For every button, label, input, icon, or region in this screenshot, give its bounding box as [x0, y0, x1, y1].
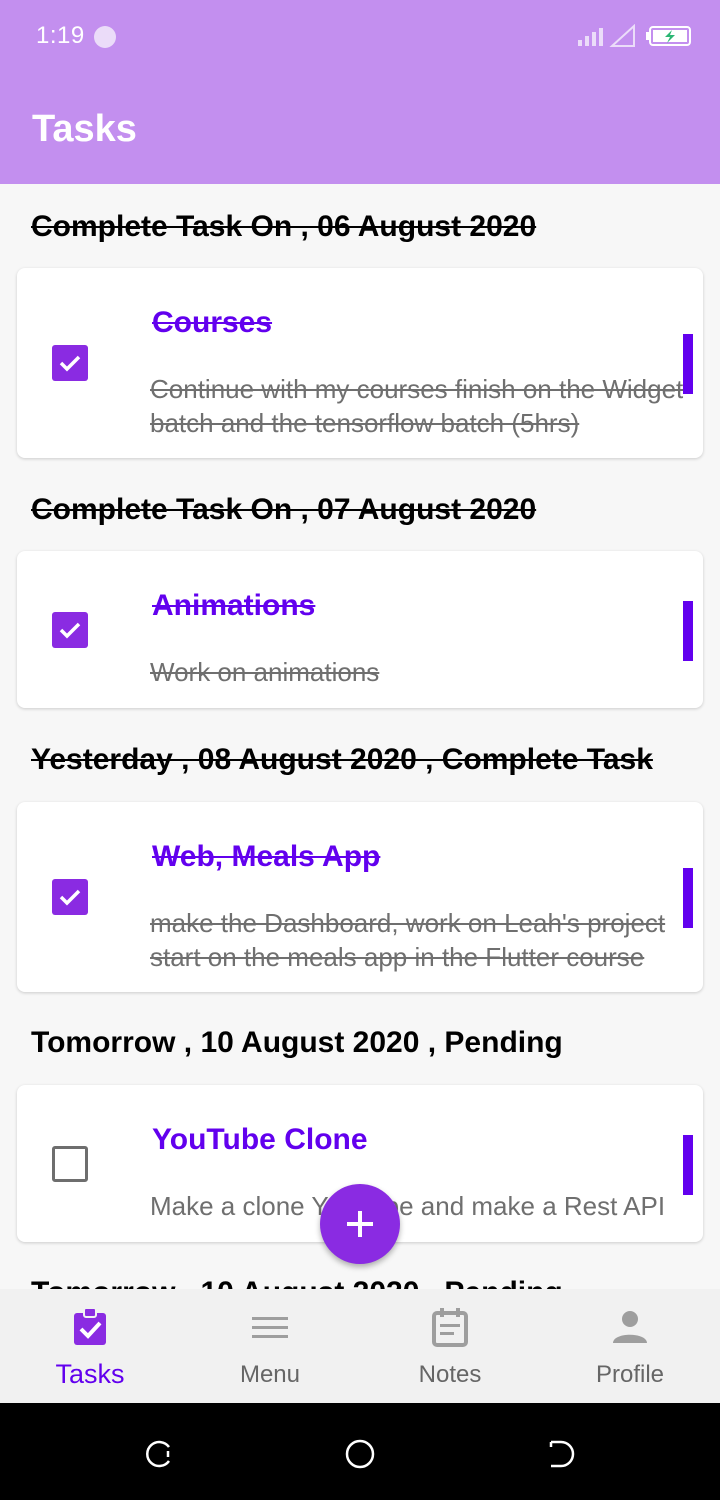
- task-title: YouTube Clone: [152, 1123, 368, 1156]
- page-title: Tasks: [32, 108, 137, 150]
- task-description: make the Dashboard, work on Leah's proje…: [150, 908, 666, 972]
- nav-tab-tasks[interactable]: Tasks: [0, 1289, 180, 1403]
- task-title: Courses: [152, 306, 273, 339]
- task-title: Web, Meals App: [152, 840, 381, 873]
- task-description: Work on animations: [150, 657, 380, 687]
- task-description: Make a clone YouTube and make a Rest API: [150, 1191, 666, 1221]
- priority-bar: [683, 334, 693, 394]
- loading-indicator-icon: [94, 26, 116, 48]
- task-title: Animations: [152, 589, 316, 622]
- task-checkbox[interactable]: [52, 612, 88, 648]
- person-icon: [613, 1311, 647, 1343]
- task-clipboard-icon: [74, 1307, 106, 1345]
- priority-bar: [683, 868, 693, 928]
- status-time: 1:19: [36, 22, 85, 49]
- status-icons: [578, 24, 691, 47]
- nav-tab-menu[interactable]: Menu: [180, 1289, 360, 1403]
- nav-label: Notes: [418, 1361, 482, 1388]
- check-icon: [59, 889, 81, 906]
- signal-icon: [578, 28, 603, 46]
- task-card[interactable]: Animations Work on animations: [17, 551, 703, 708]
- signal-empty-icon: [609, 24, 635, 47]
- status-bar: 1:19: [0, 0, 720, 76]
- system-navigation-bar: [0, 1403, 720, 1500]
- add-task-button[interactable]: [320, 1184, 400, 1264]
- home-icon[interactable]: [343, 1437, 377, 1471]
- section-heading: Complete Task On , 07 August 2020: [31, 493, 537, 526]
- battery-charging-icon: [646, 26, 691, 46]
- app-bar: Tasks: [0, 76, 720, 184]
- nav-label: Menu: [239, 1361, 301, 1388]
- section-heading: Yesterday , 08 August 2020 , Complete Ta…: [31, 743, 653, 776]
- nav-label: Tasks: [55, 1359, 125, 1389]
- plus-icon: [347, 1211, 373, 1237]
- task-checkbox[interactable]: [52, 345, 88, 381]
- priority-bar: [683, 601, 693, 661]
- back-icon[interactable]: [543, 1437, 577, 1471]
- notes-calendar-icon: [432, 1308, 468, 1347]
- menu-icon: [252, 1317, 288, 1338]
- nav-label: Profile: [595, 1361, 665, 1388]
- task-card[interactable]: Courses Continue with my courses finish …: [17, 268, 703, 458]
- bottom-navigation: Tasks Menu Notes Profile: [0, 1289, 720, 1403]
- section-heading: Tomorrow , 10 August 2020 , Pending: [31, 1276, 563, 1289]
- nav-tab-notes[interactable]: Notes: [360, 1289, 540, 1403]
- task-list[interactable]: Complete Task On , 06 August 2020 Course…: [0, 184, 720, 1289]
- nav-tab-profile[interactable]: Profile: [540, 1289, 720, 1403]
- section-heading: Tomorrow , 10 August 2020 , Pending: [31, 1026, 563, 1059]
- task-checkbox[interactable]: [52, 1146, 88, 1182]
- section-heading: Complete Task On , 06 August 2020: [31, 210, 537, 243]
- task-description: Continue with my courses finish on the W…: [150, 374, 684, 438]
- priority-bar: [683, 1135, 693, 1195]
- recent-apps-icon[interactable]: [143, 1437, 177, 1471]
- task-card[interactable]: Web, Meals App make the Dashboard, work …: [17, 802, 703, 992]
- task-checkbox[interactable]: [52, 879, 88, 915]
- check-icon: [59, 622, 81, 639]
- check-icon: [59, 355, 81, 372]
